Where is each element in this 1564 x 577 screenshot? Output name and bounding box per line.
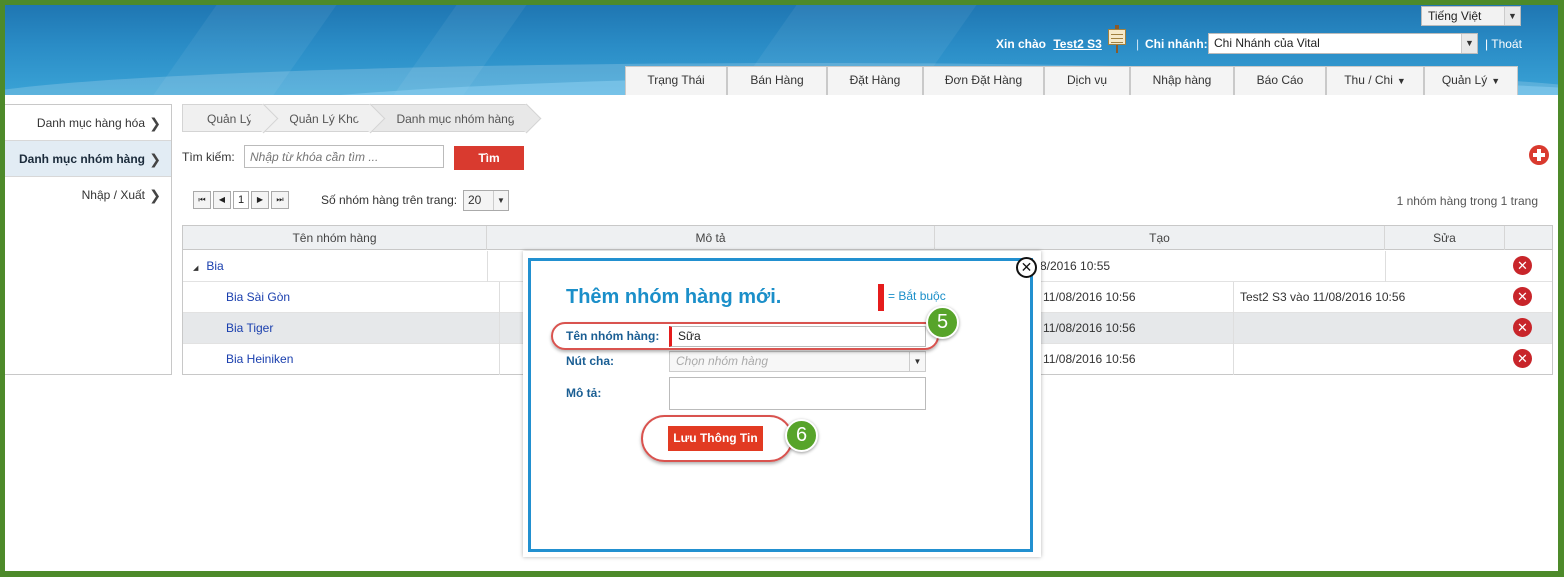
row-name[interactable]: Bia Sài Gòn (226, 282, 290, 313)
breadcrumb-item[interactable]: Quản Lý Kho (264, 104, 372, 132)
sidebar-item-label: Danh mục hàng hóa (36, 116, 145, 130)
language-select[interactable]: Tiếng Việt ▼ (1421, 6, 1521, 26)
last-page-icon[interactable]: ⏭ (271, 191, 289, 209)
page-number[interactable]: 1 (233, 191, 249, 209)
collapse-icon[interactable]: ◢ (193, 265, 198, 272)
table-header: Tên nhóm hàng Mô tả Tạo Sửa (183, 226, 1552, 250)
main-nav-tabs: Trạng Thái Bán Hàng Đặt Hàng Đơn Đặt Hàn… (625, 66, 1518, 95)
sidebar-item-danh-muc-hang-hoa[interactable]: Danh mục hàng hóa ❯ (5, 105, 171, 141)
row-created: 11/08/2016 10:56 (1043, 352, 1136, 366)
chevron-down-icon: ▼ (1504, 7, 1520, 25)
row-created: 11/08/2016 10:56 (1043, 290, 1136, 304)
delete-icon[interactable]: ✕ (1513, 287, 1532, 306)
chevron-right-icon: ❯ (149, 115, 161, 131)
sidebar-item-label: Nhập / Xuất (81, 188, 145, 202)
delete-icon[interactable]: ✕ (1513, 349, 1532, 368)
language-value: Tiếng Việt (1428, 9, 1482, 23)
tab-bao-cao[interactable]: Báo Cáo (1234, 66, 1326, 95)
parent-select[interactable]: Chọn nhóm hàng ▼ (669, 351, 926, 372)
per-page-label: Số nhóm hàng trên trang: (321, 193, 458, 207)
tab-nhap-hang[interactable]: Nhập hàng (1130, 66, 1234, 95)
tab-thu-chi[interactable]: Thu / Chi ▼ (1326, 66, 1424, 95)
parent-placeholder: Chọn nhóm hàng (676, 354, 769, 368)
breadcrumb: Quản Lý Quản Lý Kho Danh mục nhóm hàng (182, 104, 527, 132)
app-window: Tiếng Việt ▼ Xin chào Test2 S3 | Chi nhá… (5, 5, 1558, 571)
delete-icon[interactable]: ✕ (1513, 256, 1532, 275)
chevron-right-icon: ❯ (149, 151, 161, 167)
chevron-down-icon: ▼ (1396, 76, 1406, 86)
chevron-right-icon: ❯ (149, 187, 161, 203)
greeting-text: Xin chào (996, 37, 1047, 51)
column-header[interactable]: Mô tả (487, 226, 935, 250)
branch-select[interactable]: Chi Nhánh của Vital ▼ (1208, 33, 1478, 54)
search-button[interactable]: Tìm (454, 146, 524, 170)
branch-label: Chi nhánh: (1145, 37, 1208, 51)
dialog-title: Thêm nhóm hàng mới. (566, 286, 782, 308)
tab-trang-thai[interactable]: Trạng Thái (625, 66, 727, 95)
tab-ban-hang[interactable]: Bán Hàng (727, 66, 827, 95)
sidebar-item-danh-muc-nhom-hang[interactable]: Danh mục nhóm hàng ❯ (5, 141, 171, 177)
row-edited: Test2 S3 vào 11/08/2016 10:56 (1240, 290, 1406, 304)
user-link[interactable]: Test2 S3 (1053, 37, 1101, 51)
per-page-select[interactable]: 20 ▼ (463, 190, 509, 211)
row-name[interactable]: ◢ Bia (193, 251, 224, 282)
logout-link[interactable]: | Thoát (1485, 37, 1522, 51)
sidebar: Danh mục hàng hóa ❯ Danh mục nhóm hàng ❯… (5, 104, 172, 375)
first-page-icon[interactable]: ⏮ (193, 191, 211, 209)
search-input[interactable] (244, 145, 444, 168)
description-field[interactable] (669, 377, 926, 410)
row-created: 11/08/2016 10:56 (1043, 321, 1136, 335)
add-icon[interactable] (1529, 145, 1549, 165)
callout-save-button (641, 415, 793, 462)
chevron-down-icon: ▼ (909, 352, 925, 371)
row-name[interactable]: Bia Tiger (226, 313, 273, 344)
tab-quan-ly[interactable]: Quản Lý ▼ (1424, 66, 1518, 95)
sidebar-item-nhap-xuat[interactable]: Nhập / Xuất ❯ (5, 177, 171, 213)
step-badge: 5 (926, 306, 959, 339)
column-header[interactable]: Tên nhóm hàng (183, 226, 487, 250)
row-name[interactable]: Bia Heiniken (226, 344, 293, 375)
separator: | (1136, 37, 1140, 51)
sidebar-item-label: Danh mục nhóm hàng (19, 152, 145, 166)
tab-dat-hang[interactable]: Đặt Hàng (827, 66, 923, 95)
delete-icon[interactable]: ✕ (1513, 318, 1532, 337)
row-created: 8/2016 10:55 (1040, 259, 1111, 273)
column-header[interactable]: Tạo (935, 226, 1385, 250)
tab-dich-vu[interactable]: Dịch vụ (1044, 66, 1130, 95)
greeting: Xin chào Test2 S3 (996, 37, 1102, 51)
parent-field-label: Nút cha: (566, 354, 614, 368)
step-badge: 6 (785, 419, 818, 452)
chevron-down-icon: ▼ (1461, 34, 1477, 53)
close-icon[interactable]: ✕ (1016, 257, 1037, 278)
prev-page-icon[interactable]: ◀ (213, 191, 231, 209)
callout-name-field (551, 322, 939, 350)
next-page-icon[interactable]: ▶ (251, 191, 269, 209)
tab-don-dat-hang[interactable]: Đơn Đặt Hàng (923, 66, 1044, 95)
chevron-down-icon: ▼ (1491, 76, 1501, 86)
breadcrumb-item: Danh mục nhóm hàng (371, 104, 527, 132)
column-header[interactable]: Sửa (1385, 226, 1505, 250)
search-label: Tìm kiếm: (182, 150, 235, 164)
page-info: 1 nhóm hàng trong 1 trang (1396, 194, 1538, 208)
notes-icon[interactable] (1108, 25, 1126, 53)
branch-value: Chi Nhánh của Vital (1214, 36, 1320, 50)
required-marker (878, 284, 884, 311)
chevron-down-icon: ▼ (493, 191, 508, 210)
per-page-value: 20 (468, 193, 482, 207)
description-field-label: Mô tả: (566, 386, 602, 400)
breadcrumb-item[interactable]: Quản Lý (182, 104, 265, 132)
pager: ⏮ ◀ 1 ▶ ⏭ (193, 191, 289, 209)
required-note: = Bắt buộc (888, 289, 946, 303)
